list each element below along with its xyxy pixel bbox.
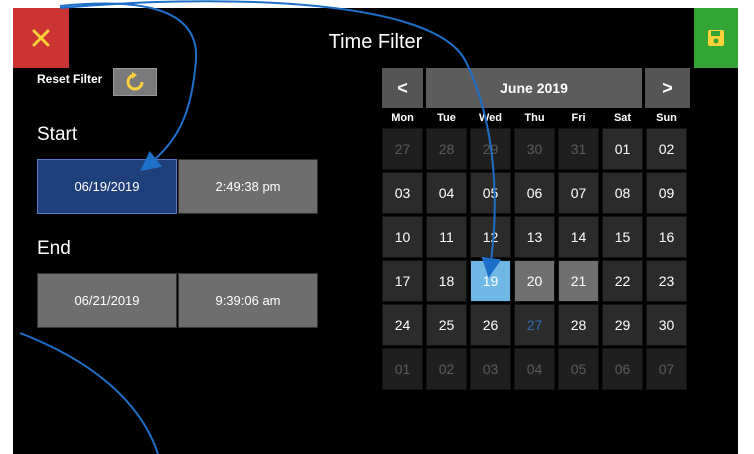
- calendar-day[interactable]: 22: [602, 260, 643, 302]
- calendar-day[interactable]: 27: [514, 304, 555, 346]
- calendar-day: 27: [382, 128, 423, 170]
- calendar-day[interactable]: 02: [646, 128, 687, 170]
- calendar-day[interactable]: 12: [470, 216, 511, 258]
- calendar-day[interactable]: 01: [602, 128, 643, 170]
- reset-filter-label: Reset Filter: [37, 72, 103, 86]
- calendar-day[interactable]: 13: [514, 216, 555, 258]
- prev-month-button[interactable]: <: [382, 68, 423, 108]
- month-label: June 2019: [426, 68, 642, 108]
- calendar-day[interactable]: 07: [558, 172, 599, 214]
- chevron-left-icon: <: [397, 77, 408, 98]
- calendar-day[interactable]: 10: [382, 216, 423, 258]
- weekday-thu: Thu: [524, 112, 545, 124]
- reset-filter-button[interactable]: [113, 68, 157, 96]
- calendar-day[interactable]: 15: [602, 216, 643, 258]
- weekday-sun: Sun: [656, 112, 677, 124]
- calendar-day[interactable]: 19: [470, 260, 511, 302]
- time-filter-screen: Time Filter Reset Filter Start 06/19/201…: [13, 8, 738, 454]
- calendar-day: 05: [558, 348, 599, 390]
- calendar-day[interactable]: 18: [426, 260, 467, 302]
- page-title: Time Filter: [328, 31, 423, 53]
- calendar-day: 04: [514, 348, 555, 390]
- end-time-field[interactable]: 9:39:06 am: [178, 273, 318, 328]
- calendar-day[interactable]: 04: [426, 172, 467, 214]
- save-button[interactable]: [694, 8, 738, 68]
- weekday-wed: Wed: [478, 112, 503, 124]
- calendar-day[interactable]: 05: [470, 172, 511, 214]
- close-button[interactable]: [13, 8, 69, 68]
- weekday-sat: Sat: [613, 112, 632, 124]
- save-icon: [708, 30, 724, 46]
- calendar-day: 02: [426, 348, 467, 390]
- calendar-day: 31: [558, 128, 599, 170]
- next-month-button[interactable]: >: [645, 68, 690, 108]
- weekday-fri: Fri: [571, 112, 586, 124]
- calendar-day[interactable]: 23: [646, 260, 687, 302]
- calendar-day: 03: [470, 348, 511, 390]
- calendar-day[interactable]: 14: [558, 216, 599, 258]
- chevron-right-icon: >: [662, 77, 673, 98]
- top-bar: Time Filter: [13, 8, 738, 70]
- calendar-day[interactable]: 24: [382, 304, 423, 346]
- calendar-day: 01: [382, 348, 423, 390]
- calendar-day: 07: [646, 348, 687, 390]
- calendar-day: 29: [470, 128, 511, 170]
- refresh-icon: [126, 72, 144, 91]
- calendar-day[interactable]: 06: [514, 172, 555, 214]
- calendar-day[interactable]: 11: [426, 216, 467, 258]
- calendar-day[interactable]: 08: [602, 172, 643, 214]
- calendar-day[interactable]: 30: [646, 304, 687, 346]
- calendar-day: 30: [514, 128, 555, 170]
- close-icon: [32, 29, 50, 47]
- weekday-tue: Tue: [437, 112, 456, 124]
- calendar-day[interactable]: 03: [382, 172, 423, 214]
- calendar-day[interactable]: 16: [646, 216, 687, 258]
- calendar-day[interactable]: 28: [558, 304, 599, 346]
- start-label: Start: [37, 124, 78, 145]
- weekday-mon: Mon: [391, 112, 414, 124]
- start-time-field[interactable]: 2:49:38 pm: [178, 159, 318, 214]
- calendar-day[interactable]: 21: [558, 260, 599, 302]
- calendar-day[interactable]: 09: [646, 172, 687, 214]
- calendar-day: 28: [426, 128, 467, 170]
- calendar-day[interactable]: 25: [426, 304, 467, 346]
- calendar-day[interactable]: 17: [382, 260, 423, 302]
- calendar-day: 06: [602, 348, 643, 390]
- end-label: End: [37, 238, 71, 259]
- end-date-field[interactable]: 06/21/2019: [37, 273, 177, 328]
- calendar-day[interactable]: 20: [514, 260, 555, 302]
- calendar-day[interactable]: 29: [602, 304, 643, 346]
- calendar-day[interactable]: 26: [470, 304, 511, 346]
- start-date-field[interactable]: 06/19/2019: [37, 159, 177, 214]
